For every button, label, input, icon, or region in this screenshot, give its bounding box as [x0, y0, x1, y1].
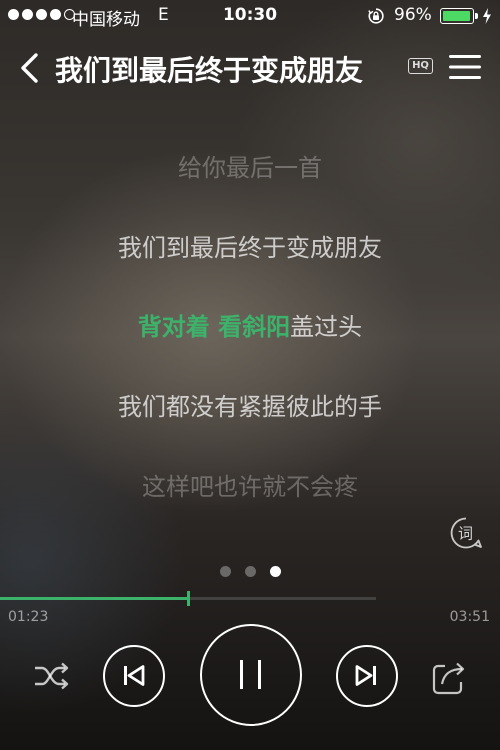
skip-previous-icon: [124, 665, 145, 686]
play-pause-button[interactable]: [200, 624, 302, 726]
current-lyric-line: 背对着 看斜阳盖过头: [0, 307, 500, 342]
hamburger-menu-icon[interactable]: [448, 53, 482, 81]
back-chevron-icon[interactable]: [16, 52, 44, 84]
battery-percentage: 96%: [394, 5, 432, 25]
lyric-line: 这样吧也许就不会疼: [142, 473, 358, 501]
lyrics-toggle-icon[interactable]: 词: [449, 516, 483, 550]
skip-next-icon: [355, 665, 376, 686]
song-title: 我们到最后终于变成朋友: [55, 54, 364, 87]
page-dot[interactable]: [244, 566, 256, 577]
previous-track-button[interactable]: [103, 645, 165, 707]
next-track-button[interactable]: [336, 645, 398, 707]
progress-thumb[interactable]: [187, 591, 190, 606]
total-time: 03:51: [449, 609, 490, 625]
lyric-line: 我们都没有紧握彼此的手: [118, 393, 382, 421]
share-icon: [432, 662, 465, 695]
progress-fill: [0, 597, 188, 600]
hq-quality-badge[interactable]: HQ: [408, 58, 433, 74]
lyric-unsung-portion: 盖过头: [290, 313, 363, 341]
rotation-lock-icon: [368, 8, 384, 24]
playback-progress-bar[interactable]: [0, 591, 376, 606]
lyric-line: 给你最后一首: [178, 154, 322, 182]
share-button[interactable]: [428, 656, 470, 696]
svg-text:词: 词: [458, 525, 473, 543]
page-indicator[interactable]: [0, 566, 500, 577]
title-bar: 我们到最后终于变成朋友 HQ: [0, 40, 500, 92]
shuffle-icon: [35, 662, 69, 690]
shuffle-button[interactable]: [32, 658, 72, 694]
page-dot[interactable]: [219, 566, 231, 577]
elapsed-time: 01:23: [8, 609, 49, 625]
pause-icon: [240, 660, 261, 689]
battery-icon: [440, 8, 478, 24]
page-dot-active[interactable]: [269, 566, 281, 577]
charging-bolt-icon: [483, 8, 491, 24]
lyric-sung-portion: 背对着 看斜阳: [137, 313, 291, 341]
lyric-line: 我们到最后终于变成朋友: [118, 234, 382, 262]
status-bar: 中国移动 E 10:30 96%: [0, 0, 500, 32]
